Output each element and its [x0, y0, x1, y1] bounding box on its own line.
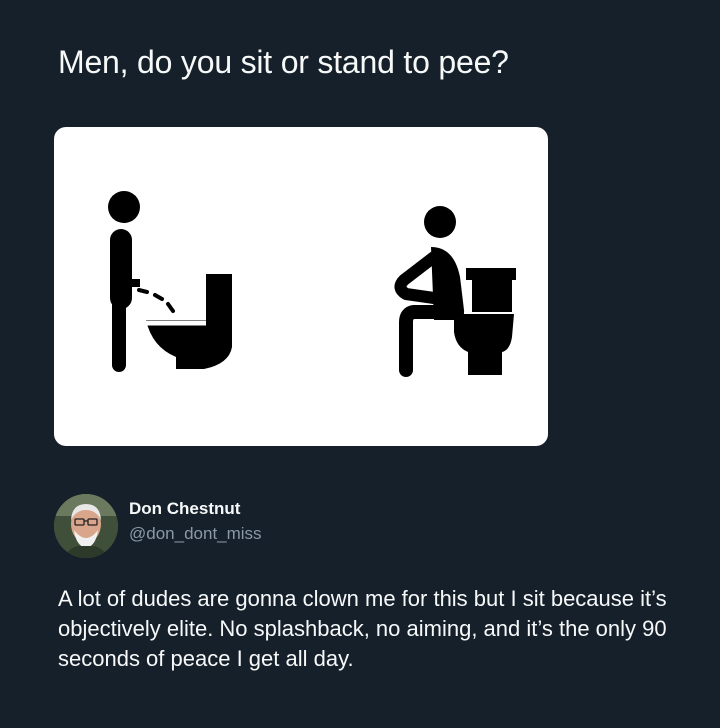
author-handle[interactable]: @don_dont_miss [129, 524, 262, 544]
author-name[interactable]: Don Chestnut [129, 499, 240, 519]
standing-man-at-toilet-icon [108, 191, 232, 372]
post-body: A lot of dudes are gonna clown me for th… [58, 586, 667, 671]
avatar[interactable] [54, 494, 118, 558]
post-image[interactable] [54, 127, 548, 446]
sitting-man-on-toilet-icon [394, 206, 516, 377]
post-question: Men, do you sit or stand to pee? [58, 44, 509, 80]
